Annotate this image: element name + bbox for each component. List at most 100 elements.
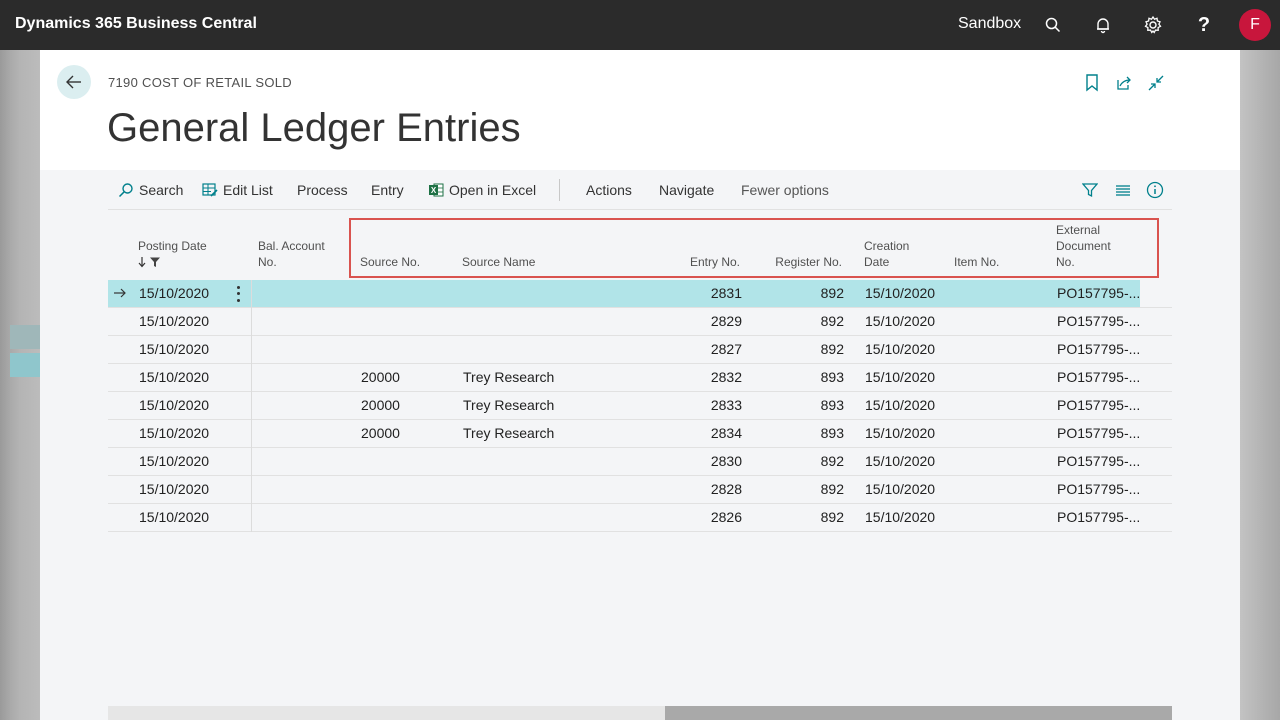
cell-creation-date[interactable]: 15/10/2020 (865, 509, 935, 525)
cell-creation-date[interactable]: 15/10/2020 (865, 453, 935, 469)
cell-entry-no[interactable]: 2826 (668, 509, 742, 525)
column-header-source-no[interactable]: Source No. (360, 254, 420, 270)
cell-posting-date[interactable]: 15/10/2020 (139, 397, 209, 413)
creation-date-header-line2: Date (864, 255, 890, 269)
cell-external-document-no[interactable]: PO157795-... (1057, 425, 1140, 441)
filter-icon[interactable] (1081, 181, 1099, 199)
table-row[interactable]: 15/10/2020 2830 892 15/10/2020 PO157795-... (108, 448, 1172, 476)
table-row[interactable]: 15/10/2020 2831 892 15/10/2020 PO157795-... (108, 280, 1172, 308)
edit-list-label: Edit List (223, 182, 273, 198)
table-row[interactable]: 15/10/2020 2829 892 15/10/2020 PO157795-... (108, 308, 1172, 336)
cell-external-document-no[interactable]: PO157795-... (1057, 341, 1140, 357)
cell-entry-no[interactable]: 2832 (668, 369, 742, 385)
cell-entry-no[interactable]: 2831 (668, 285, 742, 301)
cell-entry-no[interactable]: 2830 (668, 453, 742, 469)
help-icon[interactable]: ? (1192, 13, 1216, 37)
background-page-left (0, 50, 40, 720)
cell-source-name[interactable]: Trey Research (463, 369, 554, 385)
search-icon[interactable] (1041, 13, 1065, 37)
cell-external-document-no[interactable]: PO157795-... (1057, 397, 1140, 413)
cell-register-no[interactable]: 892 (758, 341, 844, 357)
column-header-item-no[interactable]: Item No. (954, 254, 999, 270)
search-action[interactable]: Search (118, 182, 183, 198)
cell-creation-date[interactable]: 15/10/2020 (865, 397, 935, 413)
ext-doc-header-line2: Document (1056, 239, 1111, 253)
cell-external-document-no[interactable]: PO157795-... (1057, 453, 1140, 469)
cell-source-no[interactable]: 20000 (361, 369, 400, 385)
page-title: General Ledger Entries (107, 106, 521, 150)
cell-register-no[interactable]: 893 (758, 369, 844, 385)
edit-list-action[interactable]: Edit List (202, 182, 273, 198)
table-row[interactable]: 15/10/2020 20000 Trey Research 2832 893 15/10… (108, 364, 1172, 392)
column-header-posting-date[interactable]: Posting Date (138, 238, 207, 270)
cell-entry-no[interactable]: 2829 (668, 313, 742, 329)
cell-posting-date[interactable]: 15/10/2020 (139, 285, 209, 301)
entry-menu[interactable]: Entry (371, 182, 404, 198)
collapse-icon[interactable] (1147, 74, 1165, 92)
cell-external-document-no[interactable]: PO157795-... (1057, 313, 1140, 329)
cell-register-no[interactable]: 892 (758, 313, 844, 329)
cell-creation-date[interactable]: 15/10/2020 (865, 341, 935, 357)
table-row[interactable]: 15/10/2020 20000 Trey Research 2833 893 15/10… (108, 392, 1172, 420)
cell-source-name[interactable]: Trey Research (463, 425, 554, 441)
cell-posting-date[interactable]: 15/10/2020 (139, 369, 209, 385)
cell-creation-date[interactable]: 15/10/2020 (865, 369, 935, 385)
column-header-bal-account-no[interactable]: Bal. Account No. (258, 238, 325, 270)
table-row[interactable]: 15/10/2020 2827 892 15/10/2020 PO157795-... (108, 336, 1172, 364)
cell-external-document-no[interactable]: PO157795-... (1057, 509, 1140, 525)
cell-register-no[interactable]: 892 (758, 509, 844, 525)
user-avatar[interactable]: F (1239, 9, 1271, 41)
cell-external-document-no[interactable]: PO157795-... (1057, 481, 1140, 497)
cell-creation-date[interactable]: 15/10/2020 (865, 313, 935, 329)
navigate-menu[interactable]: Navigate (659, 182, 714, 198)
cell-entry-no[interactable]: 2834 (668, 425, 742, 441)
cell-posting-date[interactable]: 15/10/2020 (139, 313, 209, 329)
gear-icon[interactable] (1141, 13, 1165, 37)
cell-register-no[interactable]: 893 (758, 397, 844, 413)
cell-entry-no[interactable]: 2833 (668, 397, 742, 413)
cell-posting-date[interactable]: 15/10/2020 (139, 509, 209, 525)
column-header-entry-no[interactable]: Entry No. (668, 254, 740, 270)
cell-posting-date[interactable]: 15/10/2020 (139, 453, 209, 469)
column-header-register-no[interactable]: Register No. (758, 254, 842, 270)
list-view-icon[interactable] (1114, 181, 1132, 199)
scrollbar-thumb[interactable] (665, 706, 1172, 720)
table-row[interactable]: 15/10/2020 20000 Trey Research 2834 893 15/10… (108, 420, 1172, 448)
cell-external-document-no[interactable]: PO157795-... (1057, 285, 1140, 301)
cell-source-name[interactable]: Trey Research (463, 397, 554, 413)
bookmark-icon[interactable] (1083, 74, 1101, 92)
cell-source-no[interactable]: 20000 (361, 397, 400, 413)
row-actions-menu-icon[interactable] (235, 284, 241, 304)
fewer-options-button[interactable]: Fewer options (741, 182, 829, 198)
cell-posting-date[interactable]: 15/10/2020 (139, 425, 209, 441)
table-row[interactable]: 15/10/2020 2828 892 15/10/2020 PO157795-... (108, 476, 1172, 504)
cell-entry-no[interactable]: 2828 (668, 481, 742, 497)
cell-creation-date[interactable]: 15/10/2020 (865, 285, 935, 301)
back-button[interactable] (57, 65, 91, 99)
cell-creation-date[interactable]: 15/10/2020 (865, 481, 935, 497)
cell-register-no[interactable]: 892 (758, 285, 844, 301)
cell-posting-date[interactable]: 15/10/2020 (139, 481, 209, 497)
column-header-source-name[interactable]: Source Name (462, 254, 535, 270)
open-in-excel-action[interactable]: X Open in Excel (428, 182, 536, 198)
cell-source-no[interactable]: 20000 (361, 425, 400, 441)
cell-register-no[interactable]: 892 (758, 453, 844, 469)
cell-register-no[interactable]: 892 (758, 481, 844, 497)
cell-register-no[interactable]: 893 (758, 425, 844, 441)
bell-icon[interactable] (1091, 13, 1115, 37)
search-action-label: Search (139, 182, 184, 198)
horizontal-scrollbar[interactable] (108, 706, 1172, 720)
column-header-external-document-no[interactable]: External Document No. (1056, 222, 1111, 270)
info-icon[interactable] (1146, 181, 1164, 199)
cell-entry-no[interactable]: 2827 (668, 341, 742, 357)
cell-creation-date[interactable]: 15/10/2020 (865, 425, 935, 441)
app-name[interactable]: Dynamics 365 Business Central (15, 15, 257, 33)
environment-name[interactable]: Sandbox (958, 15, 1021, 33)
open-new-window-icon[interactable] (1115, 74, 1133, 92)
process-menu[interactable]: Process (297, 182, 348, 198)
cell-posting-date[interactable]: 15/10/2020 (139, 341, 209, 357)
actions-menu[interactable]: Actions (586, 182, 632, 198)
cell-external-document-no[interactable]: PO157795-... (1057, 369, 1140, 385)
column-header-creation-date[interactable]: Creation Date (864, 238, 909, 270)
table-row[interactable]: 15/10/2020 2826 892 15/10/2020 PO157795-... (108, 504, 1172, 532)
